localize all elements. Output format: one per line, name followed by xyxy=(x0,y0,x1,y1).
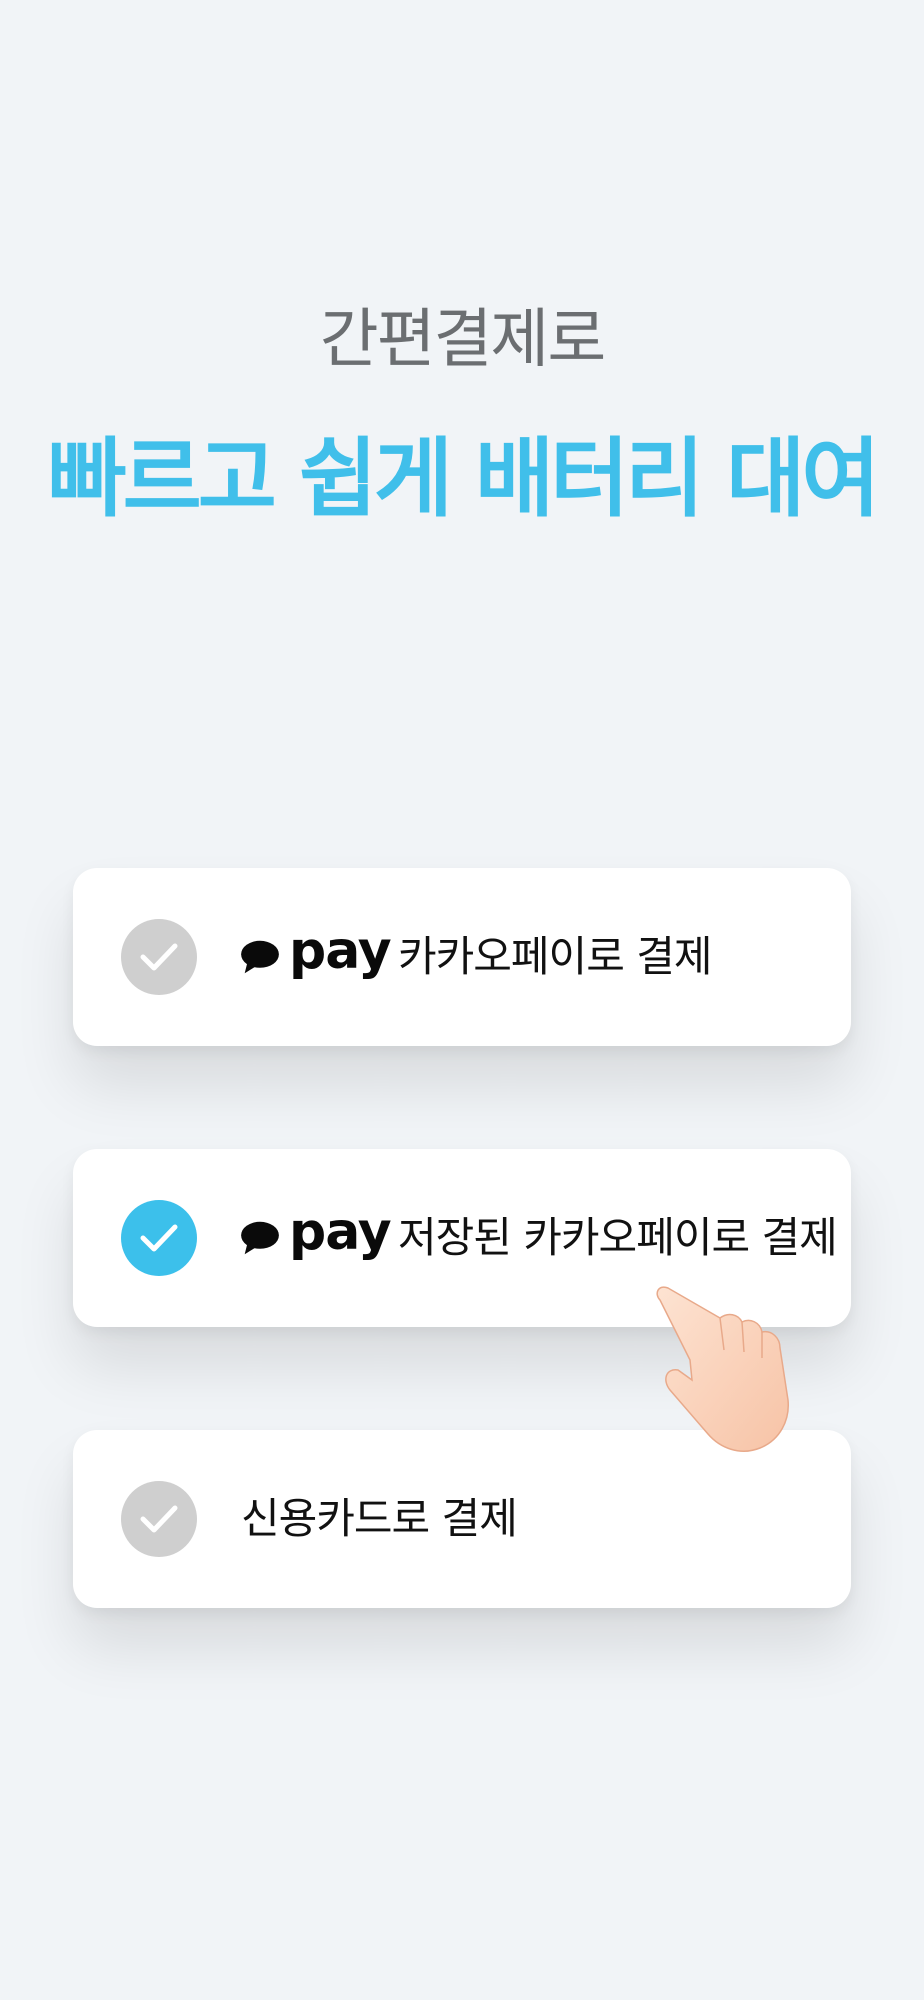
pointing-hand-icon xyxy=(656,1286,789,1452)
check-icon[interactable] xyxy=(121,919,197,995)
kakaopay-logo: pay xyxy=(237,918,392,996)
headline-subtitle: 간편결제로 xyxy=(319,303,606,377)
pay-logo-text: pay xyxy=(289,921,392,981)
payment-option-label: 저장된 카카오페이로 결제 xyxy=(398,1213,838,1262)
payment-option-label: 카카오페이로 결제 xyxy=(398,932,712,981)
headline-title: 빠르고 쉽게 배터리 대여 xyxy=(47,429,880,529)
check-icon[interactable] xyxy=(121,1200,197,1276)
check-icon[interactable] xyxy=(121,1481,197,1557)
kakaopay-logo: pay xyxy=(237,1199,392,1277)
pay-logo-text: pay xyxy=(289,1202,392,1262)
payment-option-kakaopay[interactable]: pay 카카오페이로 결제 xyxy=(73,868,851,1046)
kakao-speech-bubble-icon xyxy=(241,940,279,974)
payment-option-label: 신용카드로 결제 xyxy=(241,1494,518,1543)
kakao-speech-bubble-icon xyxy=(241,1221,279,1255)
